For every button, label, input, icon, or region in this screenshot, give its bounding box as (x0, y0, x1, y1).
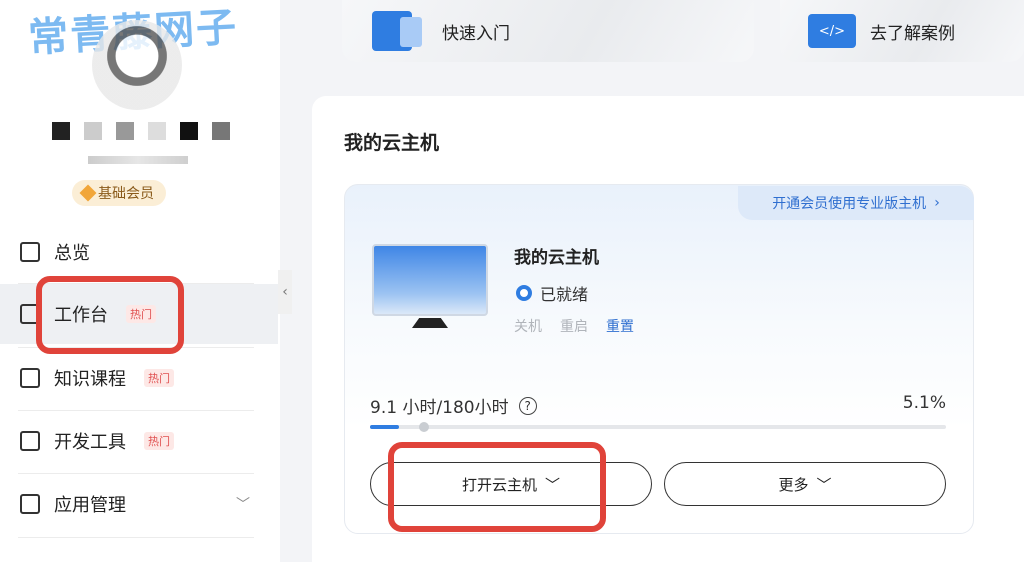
more-button[interactable]: 更多 ﹀ (664, 462, 946, 506)
hot-badge: 热门 (144, 369, 174, 387)
chart-icon (20, 242, 40, 262)
monitor-icon (372, 244, 488, 316)
sidebar-item-overview[interactable]: 总览 (0, 222, 278, 282)
host-status: 已就绪 (516, 281, 588, 305)
member-badge[interactable]: 基础会员 (72, 180, 166, 206)
status-ring-icon (516, 285, 532, 301)
quick-start-label: 快速入门 (442, 23, 510, 44)
highlight-box-workbench (36, 276, 184, 354)
usage-progress-fill (370, 425, 399, 429)
usage-label: 9.1 小时/180小时 (370, 398, 509, 418)
host-name: 我的云主机 (514, 248, 599, 268)
user-id-pixelated (88, 156, 188, 164)
usage-row: 9.1 小时/180小时 ? (370, 393, 537, 418)
usage-progress-bar (370, 422, 946, 432)
usage-percent: 5.1% (902, 393, 946, 413)
sidebar-item-courses[interactable]: 知识课程 热门 (0, 348, 278, 408)
status-label: 已就绪 (540, 285, 589, 304)
app-icon (20, 494, 40, 514)
learn-cases-card[interactable]: </> 去了解案例 (780, 0, 1024, 62)
chevron-right-icon: › (934, 195, 940, 211)
collapse-sidebar-button[interactable]: ‹ (278, 270, 292, 314)
chevron-down-icon: ﹀ (816, 475, 832, 494)
restart-button[interactable]: 重启 (560, 316, 588, 336)
chevron-down-icon: ﹀ (236, 497, 250, 513)
section-title: 我的云主机 (344, 132, 440, 154)
learn-cases-label: 去了解案例 (870, 23, 955, 44)
divider (18, 537, 254, 538)
reset-button[interactable]: 重置 (606, 316, 634, 336)
help-icon[interactable]: ? (518, 396, 537, 415)
hot-badge: 热门 (144, 432, 174, 450)
quick-start-card[interactable]: 快速入门 (342, 0, 754, 62)
shutdown-button[interactable]: 关机 (514, 316, 542, 336)
sidebar-item-app-management[interactable]: 应用管理 ﹀ (0, 474, 278, 534)
username-pixelated (52, 122, 230, 140)
upsell-banner[interactable]: 开通会员使用专业版主机 › (738, 186, 974, 220)
upsell-label: 开通会员使用专业版主机 (772, 196, 927, 212)
door-icon (372, 11, 422, 51)
avatar[interactable] (92, 20, 182, 110)
more-label: 更多 (778, 475, 809, 494)
member-badge-label: 基础会员 (98, 186, 154, 202)
diamond-icon (79, 184, 97, 202)
sidebar-item-label: 总览 (54, 243, 90, 264)
sidebar-item-dev-tools[interactable]: 开发工具 热门 (0, 411, 278, 471)
code-icon: </> (808, 14, 856, 48)
sidebar-item-label: 知识课程 (54, 369, 126, 390)
highlight-box-open-host (388, 442, 606, 532)
device-icon (20, 431, 40, 451)
progress-knob (419, 422, 429, 432)
sidebar-item-label: 应用管理 (54, 495, 126, 516)
cube-icon (20, 368, 40, 388)
host-actions: 关机 重启 重置 (514, 316, 634, 336)
sidebar-item-label: 开发工具 (54, 432, 126, 453)
